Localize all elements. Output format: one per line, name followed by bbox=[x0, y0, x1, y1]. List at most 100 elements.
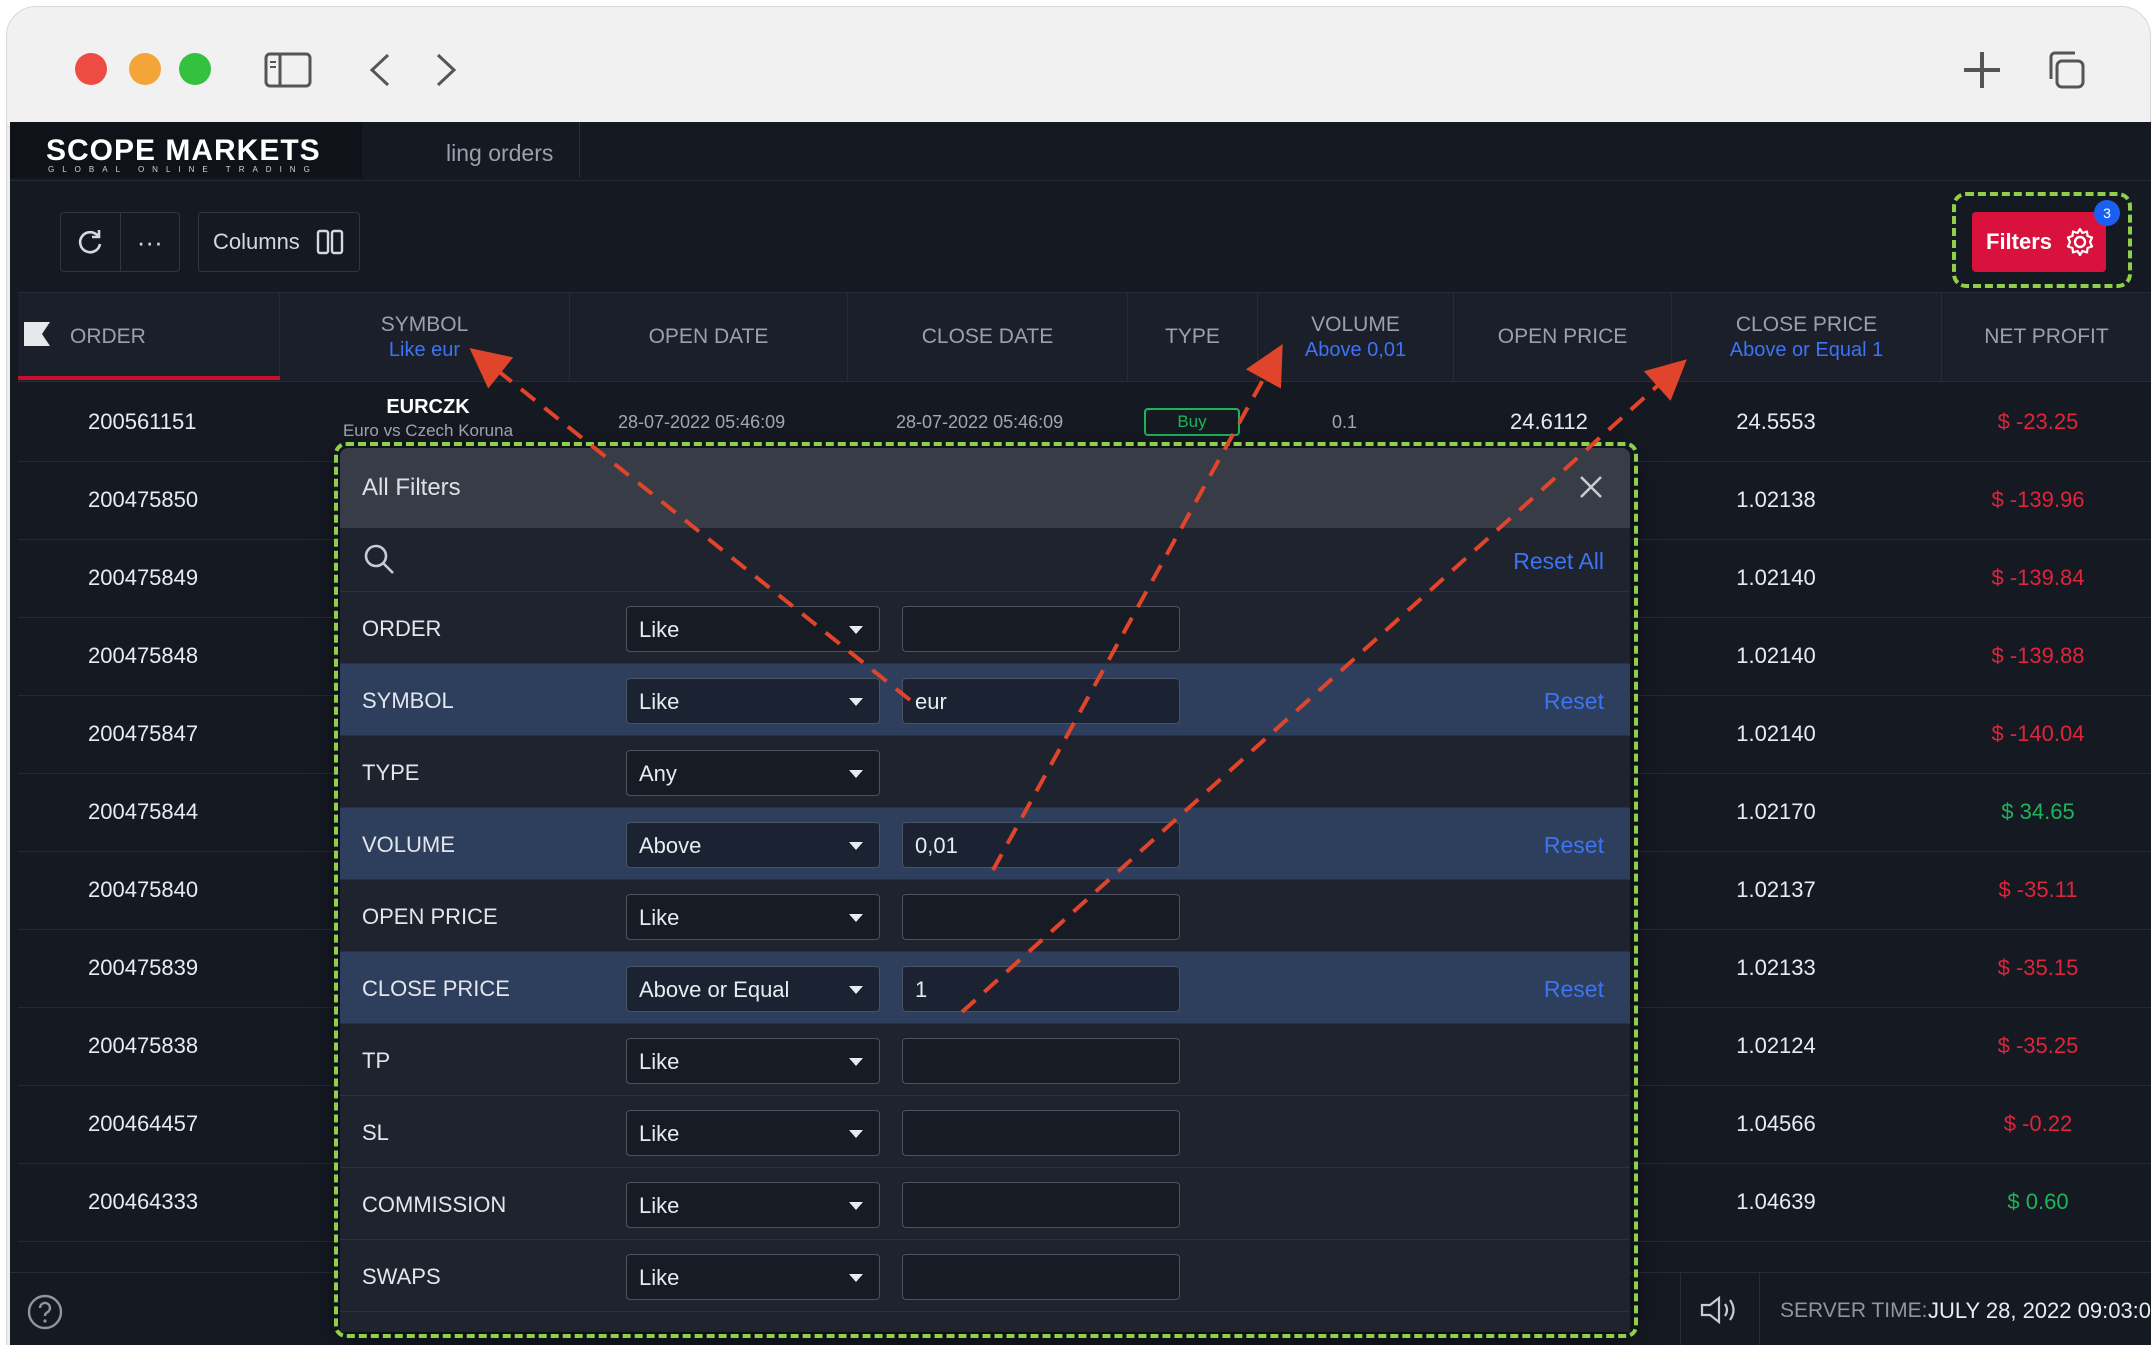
filter-value-input[interactable] bbox=[902, 1110, 1180, 1156]
order-id: 200464457 bbox=[88, 1111, 199, 1136]
refresh-button[interactable] bbox=[61, 213, 120, 271]
chevron-down-icon bbox=[849, 986, 863, 994]
reset-filter-button[interactable]: Reset bbox=[1544, 976, 1604, 1003]
column-header-net-profit[interactable]: NET PROFIT bbox=[1942, 293, 2151, 381]
symbol-cell: EURCZK Euro vs Czech Koruna bbox=[318, 396, 538, 441]
operator-select[interactable]: Above or Equal bbox=[626, 966, 880, 1012]
column-title: VOLUME bbox=[1311, 312, 1400, 336]
net-profit: $ 0.60 bbox=[2007, 1189, 2069, 1214]
operator-select[interactable]: Like bbox=[626, 606, 880, 652]
help-icon[interactable] bbox=[26, 1293, 64, 1331]
operator-value: Like bbox=[639, 1265, 680, 1290]
symbol-name: EURCZK bbox=[386, 396, 470, 418]
column-header-open-date[interactable]: OPEN DATE bbox=[570, 293, 848, 381]
close-window-button[interactable] bbox=[75, 53, 107, 85]
net-profit: $ 34.65 bbox=[2001, 799, 2075, 824]
close-icon[interactable] bbox=[1576, 472, 1606, 502]
operator-select[interactable]: Like bbox=[626, 894, 880, 940]
tab-pending-orders[interactable]: ling orders bbox=[362, 122, 580, 178]
column-header-close-date[interactable]: CLOSE DATE bbox=[848, 293, 1128, 381]
chevron-down-icon bbox=[849, 770, 863, 778]
filter-value-input[interactable] bbox=[902, 1254, 1180, 1300]
filter-row-type: TYPE Any bbox=[340, 736, 1630, 808]
operator-select[interactable]: Like bbox=[626, 1182, 880, 1228]
filter-value-input[interactable] bbox=[902, 1182, 1180, 1228]
filter-row-order: ORDER Like bbox=[340, 592, 1630, 664]
divider bbox=[10, 180, 2151, 181]
column-filter-summary: Above or Equal 1 bbox=[1729, 338, 1884, 361]
toolbar-actions: ··· bbox=[60, 212, 180, 272]
column-title: NET PROFIT bbox=[1984, 325, 2109, 348]
columns-icon bbox=[316, 229, 344, 255]
reset-filter-button[interactable]: Reset bbox=[1544, 688, 1604, 715]
sound-button[interactable] bbox=[1680, 1273, 1760, 1345]
net-profit: $ -0.22 bbox=[2003, 1111, 2073, 1136]
brand-logo: SCOPE MARKETS GLOBAL ONLINE TRADING bbox=[10, 122, 362, 178]
new-tab-icon[interactable] bbox=[1957, 45, 2007, 95]
brand-tagline: GLOBAL ONLINE TRADING bbox=[48, 165, 318, 174]
table-header: ORDER SYMBOL Like eur OPEN DATE CLOSE DAT… bbox=[18, 292, 2151, 382]
net-profit: $ -23.25 bbox=[1997, 409, 2079, 434]
column-header-symbol[interactable]: SYMBOL Like eur bbox=[280, 293, 570, 381]
operator-select[interactable]: Like bbox=[626, 678, 880, 724]
filter-value-input[interactable]: 1 bbox=[902, 966, 1180, 1012]
server-time-label: SERVER TIME: bbox=[1780, 1299, 1928, 1322]
order-id: 200475847 bbox=[88, 721, 199, 746]
chevron-down-icon bbox=[849, 1202, 863, 1210]
more-button[interactable]: ··· bbox=[119, 213, 180, 271]
close-price: 1.02170 bbox=[1736, 799, 1816, 824]
close-price: 24.5553 bbox=[1736, 409, 1816, 434]
operator-value: Like bbox=[639, 617, 680, 642]
filter-value-input[interactable]: eur bbox=[902, 678, 1180, 724]
column-title: CLOSE PRICE bbox=[1735, 312, 1878, 336]
column-title: ORDER bbox=[70, 325, 146, 348]
operator-select[interactable]: Like bbox=[626, 1254, 880, 1300]
close-price: 1.02140 bbox=[1736, 721, 1816, 746]
minimize-window-button[interactable] bbox=[129, 53, 161, 85]
column-header-open-price[interactable]: OPEN PRICE bbox=[1454, 293, 1672, 381]
filter-row-close-price: CLOSE PRICE Above or Equal 1 Reset bbox=[340, 952, 1630, 1024]
search-icon[interactable] bbox=[362, 542, 396, 576]
close-price: 1.04566 bbox=[1736, 1111, 1816, 1136]
chevron-down-icon bbox=[849, 1274, 863, 1282]
filter-label: TP bbox=[362, 1048, 391, 1073]
operator-select[interactable]: Above bbox=[626, 822, 880, 868]
filter-row-symbol: SYMBOL Like eur Reset bbox=[340, 664, 1630, 736]
column-header-order[interactable]: ORDER bbox=[18, 293, 280, 381]
close-price: 1.02138 bbox=[1736, 487, 1816, 512]
tabs-overview-icon[interactable] bbox=[2041, 45, 2091, 95]
order-id: 200475839 bbox=[88, 955, 199, 980]
order-id: 200475838 bbox=[88, 1033, 199, 1058]
sidebar-toggle-icon[interactable] bbox=[263, 45, 313, 95]
filter-value-input[interactable] bbox=[902, 894, 1180, 940]
column-title: TYPE bbox=[1165, 325, 1220, 348]
screenshot: SCOPE MARKETS GLOBAL ONLINE TRADING ling… bbox=[0, 0, 2151, 1345]
filter-value-input[interactable] bbox=[902, 606, 1180, 652]
operator-value: Like bbox=[639, 1193, 680, 1218]
operator-select[interactable]: Like bbox=[626, 1110, 880, 1156]
net-profit: $ -139.88 bbox=[1991, 643, 2085, 668]
reset-all-button[interactable]: Reset All bbox=[1513, 548, 1604, 575]
reset-filter-button[interactable]: Reset bbox=[1544, 832, 1604, 859]
filter-search-bar: Reset All bbox=[340, 528, 1630, 592]
zoom-window-button[interactable] bbox=[179, 53, 211, 85]
filter-value-input[interactable]: 0,01 bbox=[902, 822, 1180, 868]
operator-select[interactable]: Any bbox=[626, 750, 880, 796]
order-id: 200475848 bbox=[88, 643, 199, 668]
operator-value: Above bbox=[639, 833, 702, 858]
column-header-type[interactable]: TYPE bbox=[1128, 293, 1258, 381]
columns-label: Columns bbox=[213, 229, 300, 254]
operator-select[interactable]: Like bbox=[626, 1038, 880, 1084]
column-header-volume[interactable]: VOLUME Above 0,01 bbox=[1258, 293, 1454, 381]
column-header-close-price[interactable]: CLOSE PRICE Above or Equal 1 bbox=[1672, 293, 1942, 381]
chevron-down-icon bbox=[849, 1130, 863, 1138]
columns-button[interactable]: Columns bbox=[198, 212, 360, 272]
sort-indicator bbox=[18, 376, 280, 380]
forward-icon[interactable] bbox=[421, 45, 471, 95]
flag-icon[interactable] bbox=[24, 322, 50, 346]
back-icon[interactable] bbox=[355, 45, 405, 95]
filter-label: SL bbox=[362, 1120, 389, 1145]
chevron-down-icon bbox=[849, 698, 863, 706]
filter-value-input[interactable] bbox=[902, 1038, 1180, 1084]
net-profit: $ -35.25 bbox=[1997, 1033, 2079, 1058]
